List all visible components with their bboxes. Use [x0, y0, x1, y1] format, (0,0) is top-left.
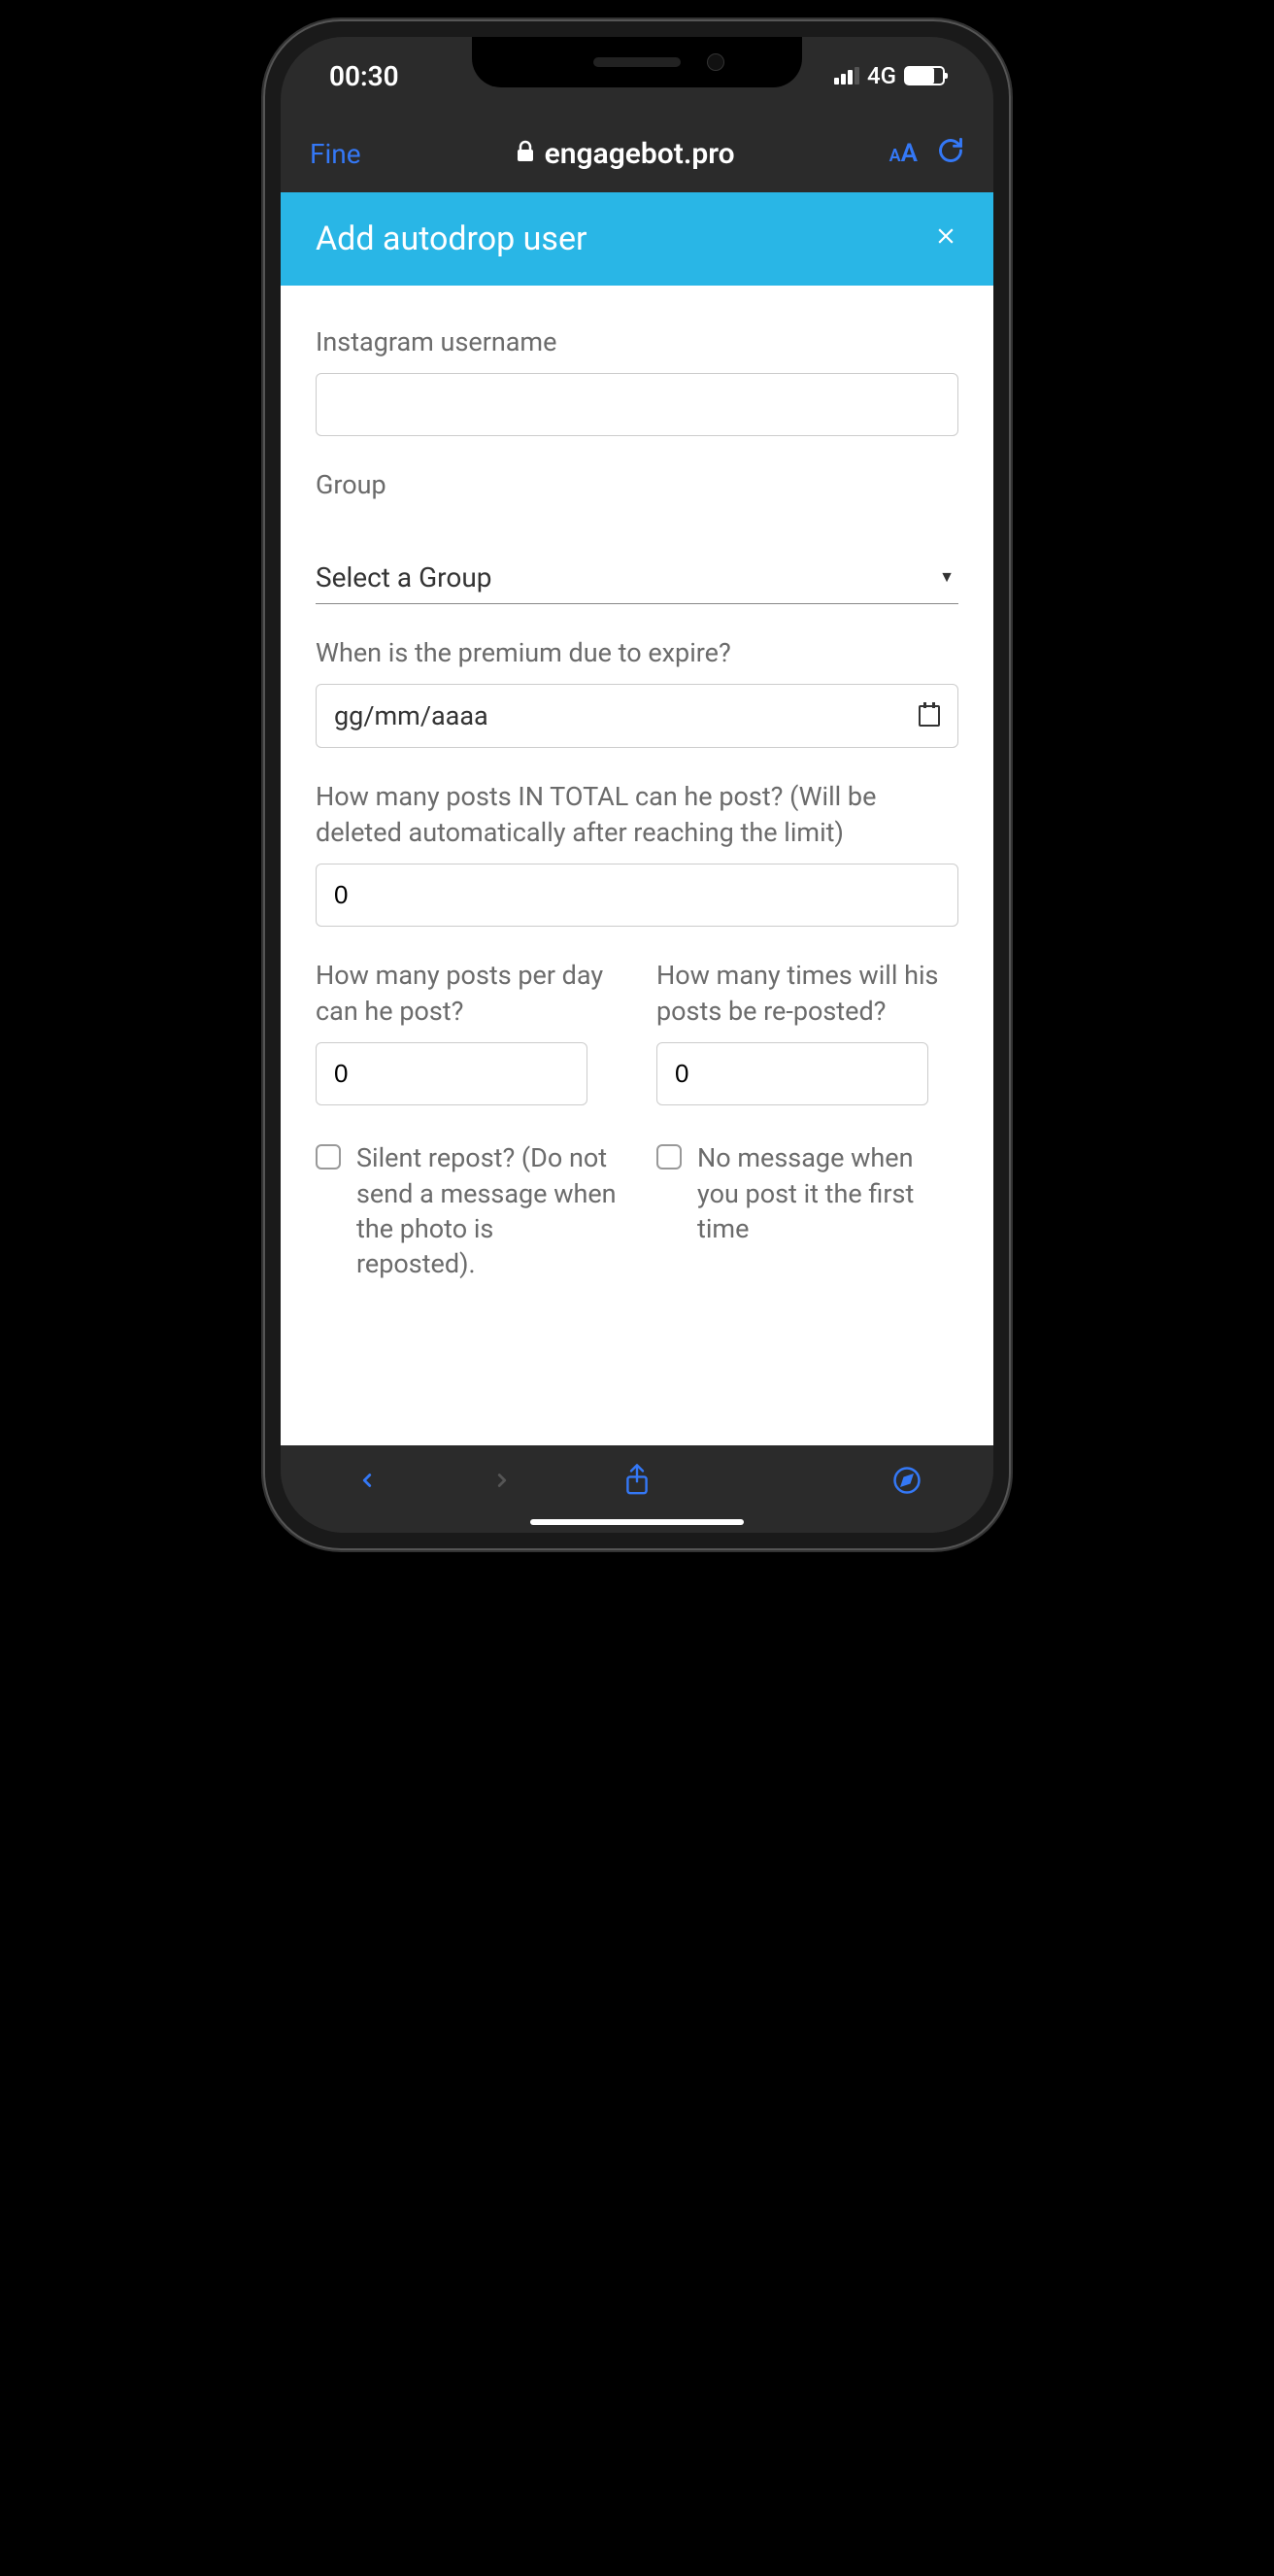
expire-label: When is the premium due to expire? [316, 635, 958, 670]
username-input[interactable] [316, 373, 958, 436]
notch [472, 37, 802, 87]
perday-input[interactable] [316, 1042, 587, 1105]
nomsg-checkbox[interactable] [656, 1144, 682, 1169]
signal-icon [834, 67, 859, 85]
modal-header: Add autodrop user [281, 192, 993, 286]
repost-input[interactable] [656, 1042, 928, 1105]
network-label: 4G [867, 62, 896, 89]
repost-label: How many times will his posts be re-post… [656, 958, 958, 1029]
nomsg-label: No message when you post it the first ti… [697, 1140, 958, 1246]
expire-date-input[interactable]: gg/mm/aaaa [316, 684, 958, 748]
close-button[interactable] [933, 222, 958, 256]
text-size-button[interactable]: AA [889, 139, 918, 168]
form-body: Instagram username Group Select a Group … [281, 286, 993, 1321]
browser-toolbar: Fine engagebot.pro AA [281, 115, 993, 192]
lock-icon [516, 137, 535, 171]
home-indicator[interactable] [530, 1519, 744, 1525]
share-button[interactable] [618, 1463, 656, 1506]
phone-screen: 00:30 4G Fine engagebot.pro AA [281, 37, 993, 1533]
perday-label: How many posts per day can he post? [316, 958, 618, 1029]
expire-placeholder: gg/mm/aaaa [334, 700, 488, 731]
status-time: 00:30 [329, 60, 399, 92]
username-label: Instagram username [316, 324, 958, 359]
speaker-grille [593, 57, 681, 67]
group-select-value: Select a Group [316, 561, 491, 593]
total-posts-label: How many posts IN TOTAL can he post? (Wi… [316, 779, 958, 850]
reload-button[interactable] [937, 135, 964, 172]
group-select[interactable]: Select a Group ▼ [316, 552, 958, 604]
compass-button[interactable] [888, 1466, 926, 1503]
nav-forward-button[interactable] [483, 1466, 521, 1503]
battery-icon [904, 66, 945, 85]
silent-repost-checkbox[interactable] [316, 1144, 341, 1169]
silent-repost-label: Silent repost? (Do not send a message wh… [356, 1140, 618, 1282]
browser-done-button[interactable]: Fine [310, 138, 361, 170]
status-right: 4G [834, 62, 945, 89]
total-posts-input[interactable] [316, 864, 958, 927]
page-content: Add autodrop user Instagram username Gro… [281, 192, 993, 1445]
modal-title: Add autodrop user [316, 220, 587, 258]
address-bar[interactable]: engagebot.pro [516, 137, 735, 171]
domain-label: engagebot.pro [545, 137, 735, 171]
nav-back-button[interactable] [348, 1466, 386, 1503]
group-label: Group [316, 467, 958, 502]
front-camera [707, 53, 724, 71]
calendar-icon [919, 705, 940, 727]
chevron-down-icon: ▼ [939, 567, 955, 587]
phone-frame: 00:30 4G Fine engagebot.pro AA [263, 19, 1011, 1550]
